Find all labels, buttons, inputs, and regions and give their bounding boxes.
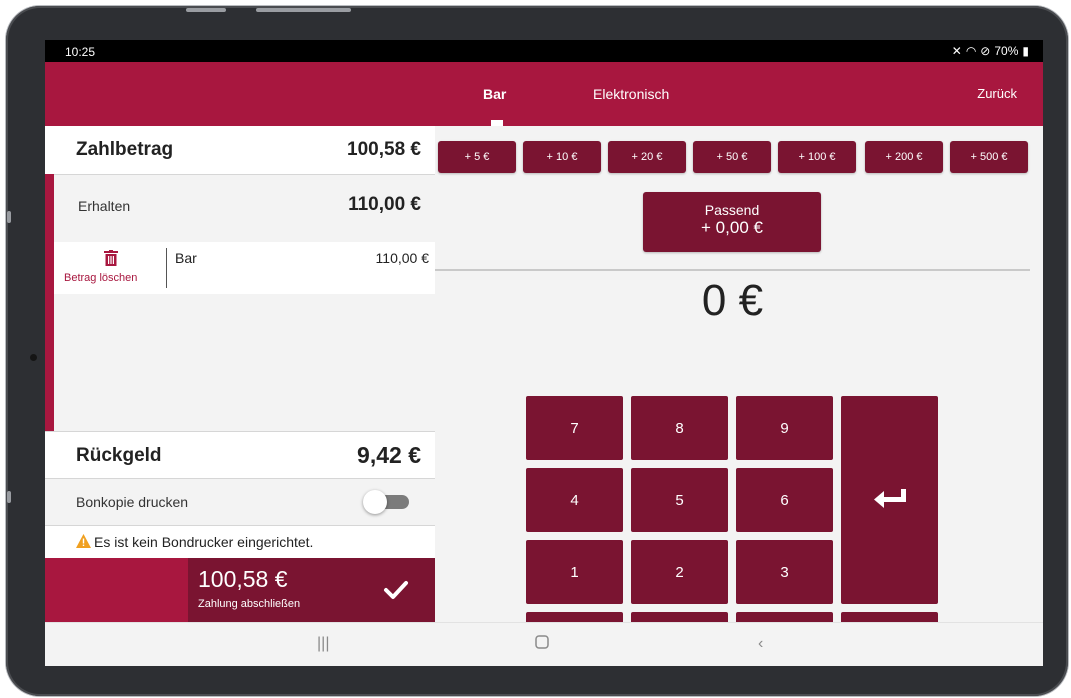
passend-label: Passend xyxy=(704,202,760,218)
complete-amount: 100,58 € xyxy=(198,566,288,592)
screen: 10:25 ✕ ◠ ⊘ 70% ▮ Bar Elektronisch Zurüc… xyxy=(45,40,1043,666)
key-5[interactable]: 5 xyxy=(631,468,728,532)
warning-triangle-icon xyxy=(76,534,91,553)
bonkopie-label: Bonkopie drucken xyxy=(76,494,189,510)
quick-amount-10[interactable]: + 10 € xyxy=(523,141,601,173)
key-9[interactable]: 9 xyxy=(736,396,833,460)
key-7[interactable]: 7 xyxy=(526,396,623,460)
dnd-icon: ⊘ xyxy=(980,44,991,58)
zahlbetrag-value: 100,58 € xyxy=(347,139,421,160)
cash-entry-panel: + 5 € + 10 € + 20 € + 50 € + 100 € + 200… xyxy=(435,126,1043,666)
status-time: 10:25 xyxy=(65,45,96,59)
side-button-top xyxy=(7,211,11,223)
divider xyxy=(435,269,1030,271)
power-button xyxy=(256,8,351,12)
key-2[interactable]: 2 xyxy=(631,540,728,604)
key-4[interactable]: 4 xyxy=(526,468,623,532)
check-icon xyxy=(383,580,409,605)
bonkopie-toggle[interactable] xyxy=(363,490,409,514)
status-bar: 10:25 ✕ ◠ ⊘ 70% ▮ xyxy=(45,40,1043,62)
key-6[interactable]: 6 xyxy=(736,468,833,532)
toggle-thumb xyxy=(363,490,387,514)
amount-display: 0 € xyxy=(701,276,764,325)
enter-icon xyxy=(872,487,908,513)
payment-summary: Zahlbetrag 100,58 € Erhalten 110,00 € Be… xyxy=(45,126,435,666)
recent-apps-icon[interactable]: ||| xyxy=(317,635,329,653)
back-button[interactable]: Zurück xyxy=(977,86,1017,101)
quick-amount-100[interactable]: + 100 € xyxy=(778,141,856,173)
side-button-bottom xyxy=(7,491,11,503)
delete-amount-button[interactable]: Betrag löschen xyxy=(64,272,137,284)
battery-icon: ▮ xyxy=(1022,44,1029,58)
payment-line: Betrag löschen Bar 110,00 € xyxy=(54,242,435,294)
payment-method: Bar xyxy=(175,250,197,266)
top-bar: Bar Elektronisch Zurück xyxy=(45,62,1043,126)
rueckgeld-row: Rückgeld 9,42 € xyxy=(45,431,435,479)
quick-amount-200[interactable]: + 200 € xyxy=(865,141,943,173)
rueckgeld-label: Rückgeld xyxy=(76,445,162,466)
camera xyxy=(30,354,37,361)
tab-bar[interactable]: Bar xyxy=(483,86,506,102)
passend-value: + 0,00 € xyxy=(701,218,763,237)
erhalten-label: Erhalten xyxy=(78,198,131,214)
key-1[interactable]: 1 xyxy=(526,540,623,604)
trash-icon[interactable] xyxy=(104,250,118,271)
mute-icon: ✕ xyxy=(951,44,962,58)
volume-button xyxy=(186,8,226,12)
wifi-icon: ◠ xyxy=(965,44,977,58)
tab-elektronisch[interactable]: Elektronisch xyxy=(593,86,669,102)
payment-amount: 110,00 € xyxy=(375,250,429,266)
divider xyxy=(166,248,167,288)
complete-label: Zahlung abschließen xyxy=(198,598,301,610)
zahlbetrag-row: Zahlbetrag 100,58 € xyxy=(45,126,435,175)
erhalten-value: 110,00 € xyxy=(348,194,421,215)
quick-amount-500[interactable]: + 500 € xyxy=(950,141,1028,173)
key-8[interactable]: 8 xyxy=(631,396,728,460)
warning-text: Es ist kein Bondrucker eingerichtet. xyxy=(94,534,314,550)
back-nav-icon[interactable]: ‹ xyxy=(758,635,763,653)
rueckgeld-value: 9,42 € xyxy=(357,442,421,468)
bonkopie-row: Bonkopie drucken xyxy=(45,479,435,525)
home-icon[interactable] xyxy=(535,635,549,654)
printer-warning: Es ist kein Bondrucker eingerichtet. xyxy=(45,525,435,558)
battery-level: 70% xyxy=(994,44,1019,58)
status-icons: ✕ ◠ ⊘ 70% ▮ xyxy=(952,44,1029,58)
erhalten-row: Erhalten 110,00 € xyxy=(54,176,435,240)
passend-button[interactable]: Passend + 0,00 € xyxy=(643,192,821,252)
key-3[interactable]: 3 xyxy=(736,540,833,604)
system-nav-bar: ||| ‹ xyxy=(45,622,1043,666)
zahlbetrag-label: Zahlbetrag xyxy=(76,139,174,160)
quick-amount-5[interactable]: + 5 € xyxy=(438,141,516,173)
enter-key[interactable] xyxy=(841,396,938,604)
quick-amount-50[interactable]: + 50 € xyxy=(693,141,771,173)
selection-accent xyxy=(45,174,54,431)
quick-amount-20[interactable]: + 20 € xyxy=(608,141,686,173)
